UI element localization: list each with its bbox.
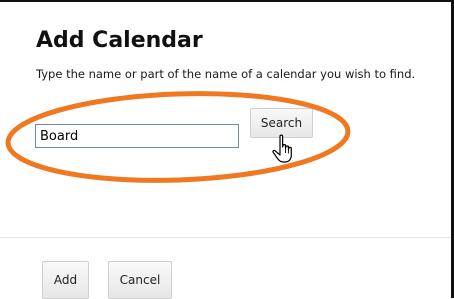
dialog-instruction: Type the name or part of the name of a c…: [36, 67, 416, 81]
add-button[interactable]: Add: [42, 261, 89, 299]
add-calendar-dialog: Add Calendar Type the name or part of th…: [0, 2, 451, 299]
dialog-title: Add Calendar: [36, 28, 203, 53]
calendar-name-input[interactable]: [35, 124, 239, 148]
cancel-button[interactable]: Cancel: [108, 261, 172, 299]
footer-divider: [0, 237, 451, 238]
search-button[interactable]: Search: [250, 108, 313, 138]
